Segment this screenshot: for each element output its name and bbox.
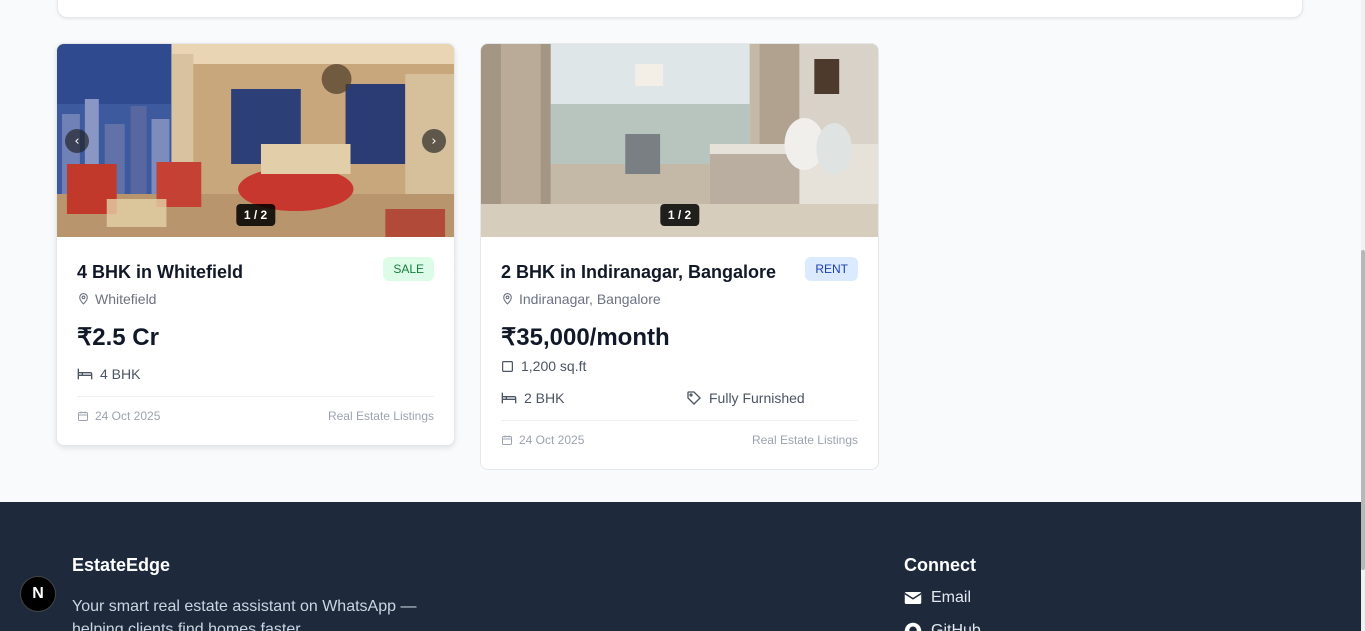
chevron-left-icon: ‹: [74, 133, 80, 149]
location-text: Whitefield: [95, 291, 157, 307]
furnishing-text: Fully Furnished: [709, 390, 805, 406]
bedrooms-feature: 4 BHK: [77, 366, 140, 382]
mail-icon: [904, 592, 922, 604]
listing-source: Real Estate Listings: [327, 409, 434, 423]
bedrooms-feature: 2 BHK: [501, 390, 564, 406]
photo-counter: 1 / 2: [235, 204, 276, 226]
bedrooms-text: 4 BHK: [100, 366, 141, 382]
listing-date: 24 Oct 2025: [501, 433, 584, 447]
dev-tools-badge[interactable]: N: [20, 576, 56, 612]
listing-date: 24 Oct 2025: [77, 409, 160, 423]
square-icon: [502, 360, 513, 372]
footer-brand: EstateEdge: [72, 555, 171, 575]
area-feature: 1,200 sq.ft: [501, 358, 586, 374]
github-link[interactable]: GitHub: [904, 622, 981, 631]
date-text: 24 Oct 2025: [519, 433, 585, 447]
listing-price: ₹35,000/month: [501, 324, 670, 351]
scrollbar-thumb[interactable]: [1361, 250, 1365, 570]
listing-title[interactable]: 4 BHK in Whitefield: [77, 262, 243, 283]
footer-tagline: Your smart real estate assistant on What…: [72, 598, 417, 631]
site-footer: EstateEdge Your smart real estate assist…: [0, 502, 1365, 631]
github-icon: [904, 622, 922, 631]
top-panel: [57, 0, 1303, 18]
connect-heading: Connect: [904, 555, 976, 575]
listing-photo[interactable]: ‹ › 1 / 2: [57, 44, 454, 237]
next-photo-button[interactable]: ›: [422, 129, 446, 153]
listing-type-badge: RENT: [805, 257, 858, 281]
bedrooms-text: 2 BHK: [524, 390, 565, 406]
area-text: 1,200 sq.ft: [521, 358, 587, 374]
divider: [501, 420, 858, 421]
listing-title[interactable]: 2 BHK in Indiranagar, Bangalore: [501, 262, 776, 283]
listing-card[interactable]: ‹ › 1 / 2 4 BHK in Whitefield SALE White…: [56, 43, 455, 446]
bed-icon: [77, 368, 93, 380]
location-text: Indiranagar, Bangalore: [519, 291, 661, 307]
date-text: 24 Oct 2025: [95, 409, 161, 423]
listing-photo[interactable]: 1 / 2: [481, 44, 878, 237]
github-link-label: GitHub: [931, 622, 981, 631]
map-pin-icon: [79, 293, 88, 305]
email-link-label: Email: [931, 589, 972, 606]
previous-photo-button[interactable]: ‹: [65, 129, 89, 153]
divider: [77, 396, 434, 397]
email-link[interactable]: Email: [904, 589, 971, 607]
listing-card[interactable]: 1 / 2 2 BHK in Indiranagar, Bangalore RE…: [480, 43, 879, 470]
tag-icon: [687, 391, 701, 405]
bed-icon: [501, 392, 517, 404]
listing-location: Indiranagar, Bangalore: [501, 291, 661, 307]
listing-location: Whitefield: [77, 291, 156, 307]
calendar-icon: [502, 435, 512, 445]
photo-counter: 1 / 2: [659, 204, 700, 226]
listing-source: Real Estate Listings: [751, 433, 858, 447]
furnishing-feature: Fully Furnished: [686, 390, 805, 406]
calendar-icon: [78, 411, 88, 421]
chevron-right-icon: ›: [431, 133, 437, 149]
listing-price: ₹2.5 Cr: [77, 324, 159, 351]
listing-type-badge: SALE: [383, 257, 434, 281]
map-pin-icon: [503, 293, 512, 305]
